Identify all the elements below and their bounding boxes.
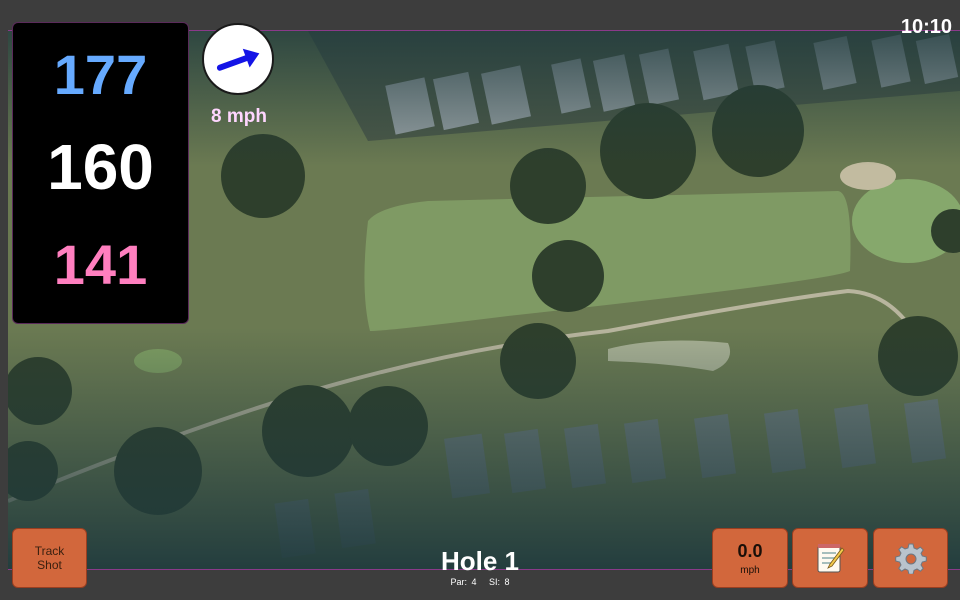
track-shot-label-line2: Shot bbox=[37, 558, 62, 572]
notes-button[interactable] bbox=[792, 528, 868, 588]
hole-title: Hole 1 bbox=[440, 546, 520, 576]
back-yardage: 177 bbox=[53, 43, 148, 106]
wind-speed: 8 mph bbox=[211, 106, 267, 127]
arrow-northeast-icon bbox=[216, 48, 260, 71]
front-yardage: 141 bbox=[53, 233, 148, 296]
settings-button[interactable] bbox=[873, 528, 948, 588]
speed-unit: mph bbox=[740, 564, 760, 576]
hole-details: Par: 4 SI: 8 bbox=[380, 577, 580, 587]
gear-icon bbox=[894, 543, 927, 574]
track-shot-button[interactable]: Track Shot bbox=[12, 528, 87, 588]
hole-stroke-index: SI: 8 bbox=[489, 577, 510, 587]
hole-par: Par: 4 bbox=[450, 577, 477, 587]
speed-button[interactable]: 0.0 mph bbox=[712, 528, 788, 588]
center-yardage: 160 bbox=[47, 131, 154, 203]
wind-indicator bbox=[202, 23, 274, 95]
status-time: 10:10 bbox=[900, 16, 952, 38]
speed-value: 0.0 bbox=[737, 540, 763, 561]
yardage-panel: 177 160 141 bbox=[12, 22, 189, 324]
track-shot-label-line1: Track bbox=[34, 544, 65, 558]
notepad-icon bbox=[817, 544, 845, 573]
